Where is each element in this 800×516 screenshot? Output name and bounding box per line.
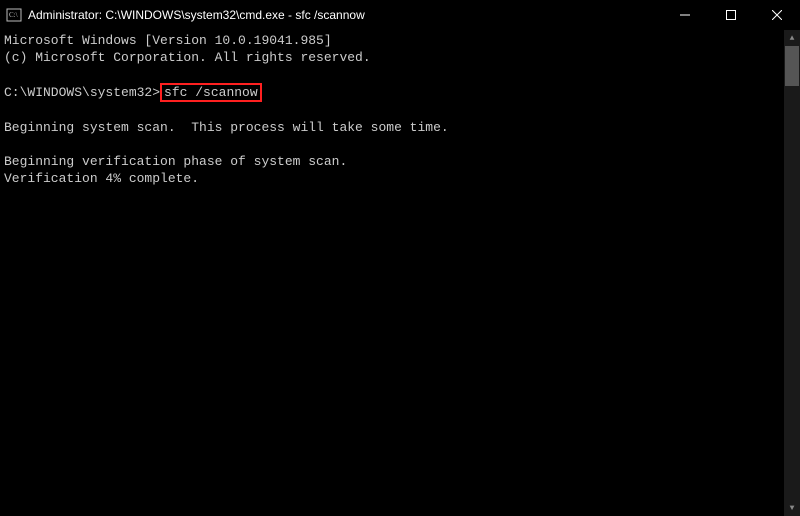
output-blank	[4, 102, 780, 119]
scroll-up-icon[interactable]: ▲	[784, 30, 800, 46]
maximize-button[interactable]	[708, 0, 754, 30]
scroll-down-icon[interactable]: ▼	[784, 500, 800, 516]
window-title: Administrator: C:\WINDOWS\system32\cmd.e…	[28, 8, 365, 22]
cmd-window: C:\ Administrator: C:\WINDOWS\system32\c…	[0, 0, 800, 516]
scrollbar-thumb[interactable]	[785, 46, 799, 86]
prompt-line: C:\WINDOWS\system32>sfc /scannow	[4, 83, 780, 102]
cmd-icon: C:\	[6, 7, 22, 23]
prompt-prefix: C:\WINDOWS\system32>	[4, 85, 160, 100]
output-blank	[4, 66, 780, 83]
content-wrap: Microsoft Windows [Version 10.0.19041.98…	[0, 30, 800, 516]
output-blank	[4, 136, 780, 153]
close-button[interactable]	[754, 0, 800, 30]
svg-text:C:\: C:\	[9, 11, 18, 19]
titlebar-left: C:\ Administrator: C:\WINDOWS\system32\c…	[0, 7, 662, 23]
output-line: Verification 4% complete.	[4, 170, 780, 187]
vertical-scrollbar[interactable]: ▲ ▼	[784, 30, 800, 516]
minimize-button[interactable]	[662, 0, 708, 30]
output-line: Microsoft Windows [Version 10.0.19041.98…	[4, 32, 780, 49]
terminal-output[interactable]: Microsoft Windows [Version 10.0.19041.98…	[0, 30, 784, 516]
command-highlight: sfc /scannow	[160, 83, 262, 102]
output-line: Beginning verification phase of system s…	[4, 153, 780, 170]
output-line: Beginning system scan. This process will…	[4, 119, 780, 136]
output-line: (c) Microsoft Corporation. All rights re…	[4, 49, 780, 66]
titlebar[interactable]: C:\ Administrator: C:\WINDOWS\system32\c…	[0, 0, 800, 30]
window-controls	[662, 0, 800, 30]
